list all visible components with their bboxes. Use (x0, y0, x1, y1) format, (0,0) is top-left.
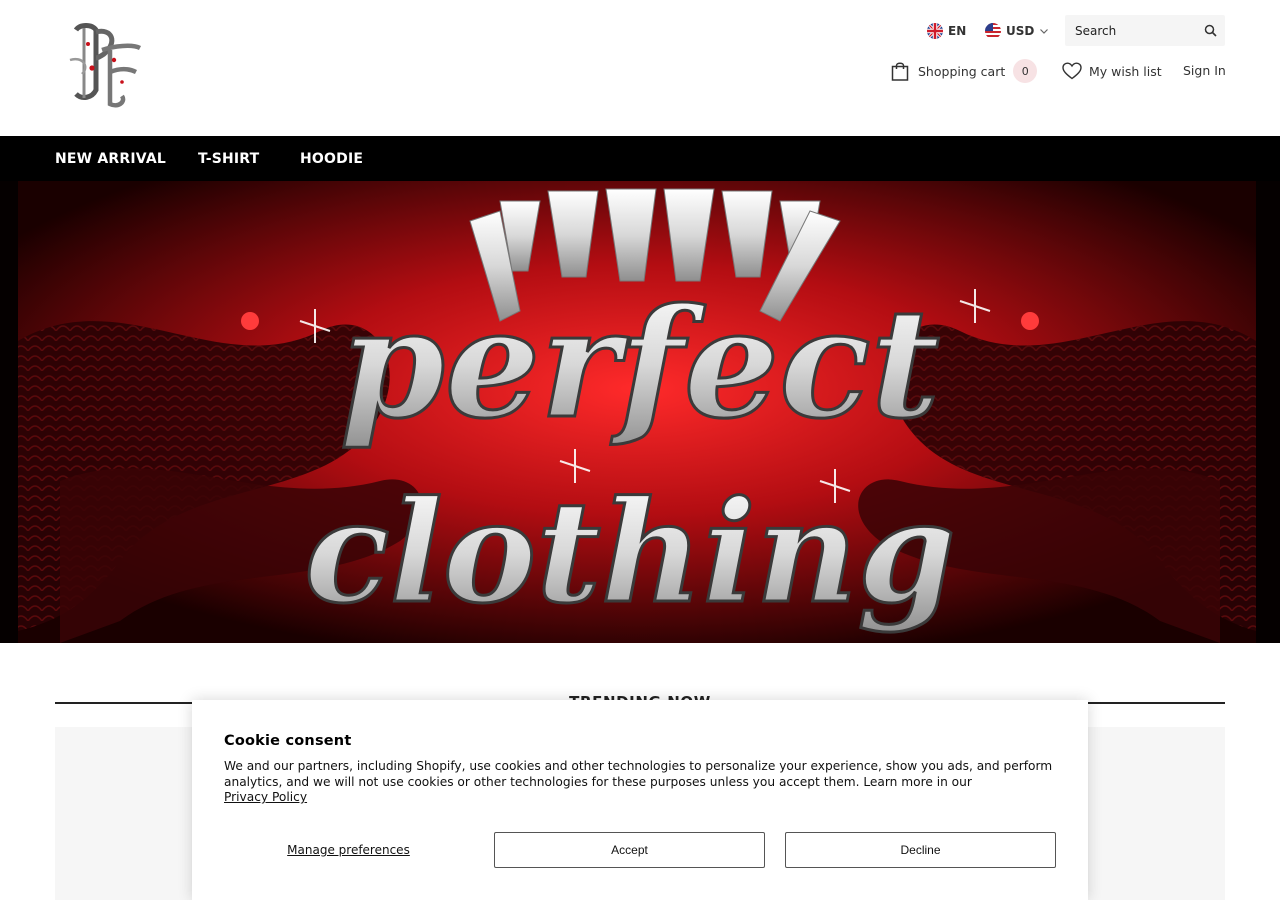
cookie-body-text: We and our partners, including Shopify, … (224, 759, 1053, 789)
nav-item-t-shirt[interactable]: T-SHIRT (198, 151, 259, 167)
language-code: EN (948, 24, 967, 38)
shopping-bag-icon (891, 62, 909, 81)
cookie-consent-dialog: Cookie consent We and our partners, incl… (192, 700, 1088, 900)
cookie-body: We and our partners, including Shopify, … (224, 759, 1054, 806)
decline-button[interactable]: Decline (785, 832, 1056, 868)
main-nav: NEW ARRIVAL T-SHIRT HOODIE (0, 136, 1280, 181)
search-box (1065, 15, 1225, 46)
cart-count-badge: 0 (1013, 59, 1038, 83)
hero-banner[interactable]: perfect clothing (0, 181, 1280, 643)
language-selector[interactable]: EN (927, 22, 966, 40)
logo-icon (69, 23, 142, 108)
cookie-title: Cookie consent (224, 733, 352, 749)
store-logo[interactable]: PF (62, 20, 146, 110)
accept-button[interactable]: Accept (494, 832, 765, 868)
manage-preferences-link[interactable]: Manage preferences (224, 832, 473, 868)
hero-banner-image: perfect clothing (0, 181, 1280, 643)
chevron-down-icon (1040, 29, 1049, 34)
wishlist-label: My wish list (1089, 63, 1162, 79)
search-input[interactable] (1065, 15, 1195, 46)
search-icon[interactable] (1204, 24, 1217, 37)
hero-line-1: perfect (340, 276, 940, 452)
uk-flag-icon (927, 23, 943, 39)
sign-in-link[interactable]: Sign In (1183, 63, 1226, 78)
shopping-cart-link[interactable]: Shopping cart 0 (891, 59, 1038, 83)
privacy-policy-link[interactable]: Privacy Policy (224, 790, 1054, 806)
cart-label: Shopping cart (918, 63, 1006, 79)
heart-icon (1062, 62, 1082, 80)
currency-code: USD (1006, 24, 1035, 38)
nav-item-hoodie[interactable]: HOODIE (300, 151, 363, 167)
hero-line-2: clothing (304, 471, 955, 635)
currency-selector[interactable]: USD (985, 22, 1049, 40)
site-header: PF EN USD (0, 0, 1280, 136)
nav-item-new-arrival[interactable]: NEW ARRIVAL (55, 151, 166, 167)
wishlist-link[interactable]: My wish list (1062, 61, 1162, 81)
us-flag-icon (985, 23, 1001, 39)
